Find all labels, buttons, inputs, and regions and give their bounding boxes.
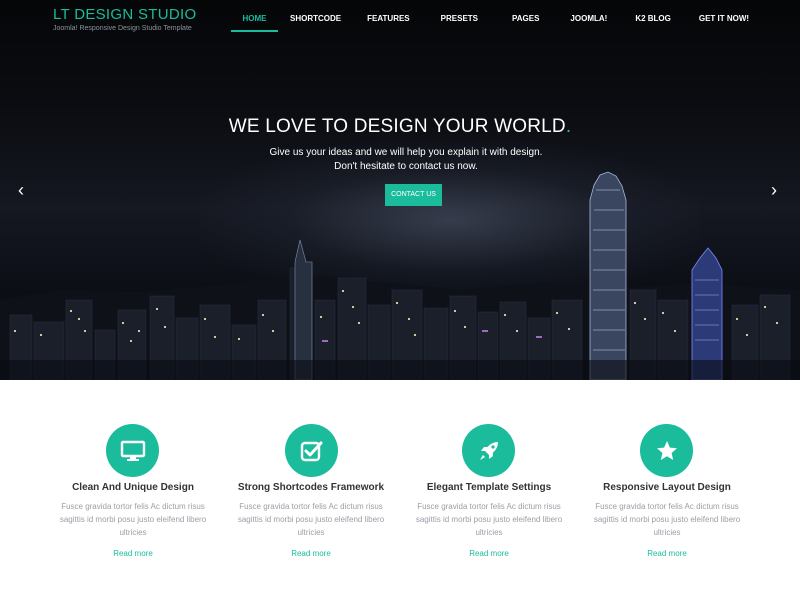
feature-description: Fusce gravida tortor felis Ac dictum ris… [415, 502, 563, 537]
read-more-link[interactable]: Read more [400, 549, 578, 558]
brand[interactable]: LT DESIGN STUDIO Joomla! Responsive Desi… [53, 6, 196, 32]
feature-description: Fusce gravida tortor felis Ac dictum ris… [593, 502, 741, 537]
feature-title: Responsive Layout Design [603, 482, 731, 493]
site-tagline: Joomla! Responsive Design Studio Templat… [53, 25, 192, 32]
chevron-right-icon[interactable]: › [771, 181, 777, 199]
features-section: Clean And Unique Design Fusce gravida to… [0, 380, 800, 600]
star-icon [640, 424, 693, 477]
feature-title: Strong Shortcodes Framework [237, 482, 385, 493]
contact-us-button[interactable]: CONTACT US [385, 184, 442, 206]
chevron-left-icon[interactable]: ‹ [18, 181, 24, 199]
feature-description: Fusce gravida tortor felis Ac dictum ris… [59, 502, 207, 537]
nav-item-presets[interactable]: PRESETS [424, 0, 495, 32]
nav-item-shortcode[interactable]: SHORTCODE [278, 0, 353, 32]
rocket-icon [462, 424, 515, 477]
nav-item-pages[interactable]: PAGES [495, 0, 556, 32]
nav-item-features[interactable]: FEATURES [353, 0, 424, 32]
read-more-link[interactable]: Read more [222, 549, 400, 558]
feature-title: Clean And Unique Design [72, 482, 194, 493]
nav-item-joomla[interactable]: JOOMLA! [556, 0, 621, 32]
hero-title-dot: . [565, 116, 572, 137]
main-nav: HOME SHORTCODE FEATURES PRESETS PAGES JO… [231, 0, 763, 32]
read-more-link[interactable]: Read more [44, 549, 222, 558]
hero-subtitle-line-2: Don't hesitate to contact us now. [334, 161, 478, 172]
nav-item-get-it-now[interactable]: GET IT NOW! [685, 0, 763, 32]
feature-description: Fusce gravida tortor felis Ac dictum ris… [237, 502, 385, 537]
hero-title: WE LOVE TO DESIGN YOUR WORLD. [0, 116, 800, 138]
nav-item-k2-blog[interactable]: K2 BLOG [621, 0, 685, 32]
monitor-icon [106, 424, 159, 477]
site-title[interactable]: LT DESIGN STUDIO [53, 6, 196, 23]
hero-title-text: WE LOVE TO DESIGN YOUR WORLD [228, 116, 566, 137]
nav-item-home[interactable]: HOME [231, 0, 278, 32]
read-more-link[interactable]: Read more [578, 549, 756, 558]
checkbox-icon [285, 424, 338, 477]
hero-subtitle-line-1: Give us your ideas and we will help you … [269, 147, 543, 158]
feature-title: Elegant Template Settings [426, 482, 552, 493]
